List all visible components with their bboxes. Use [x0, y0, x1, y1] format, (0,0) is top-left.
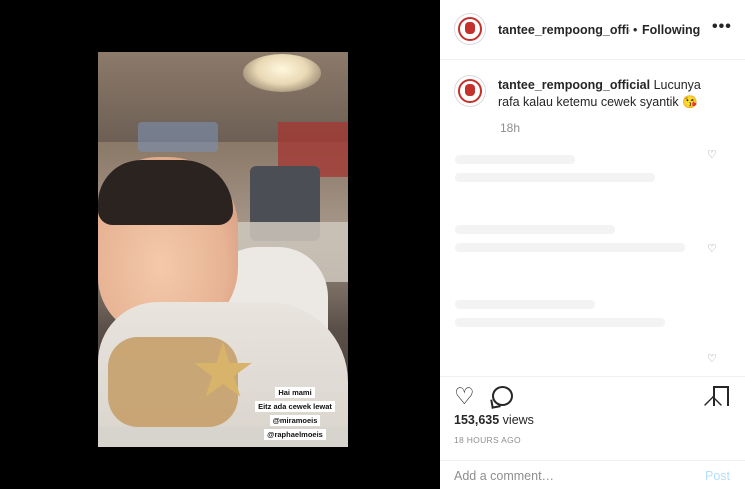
- post-header: tantee_rempoong_offic • Following •••: [440, 0, 745, 60]
- comment-placeholder-line: [455, 300, 595, 309]
- video-ceiling-lamp: [243, 54, 321, 92]
- avatar-figure: [465, 22, 475, 34]
- comment-placeholder-line: [455, 173, 655, 182]
- post-side-panel: tantee_rempoong_offic • Following ••• ta…: [440, 0, 745, 489]
- comments-list[interactable]: ♡ ♡ ♡: [440, 145, 745, 375]
- post-caption: tantee_rempoong_official Lucunya rafa ka…: [498, 77, 718, 111]
- more-options-button[interactable]: •••: [712, 18, 732, 36]
- caption-emoji: 😘: [682, 95, 698, 109]
- comment-like-icon[interactable]: ♡: [707, 148, 717, 161]
- views-count[interactable]: 153,635 views: [454, 413, 534, 427]
- bookmark-icon[interactable]: [713, 386, 729, 406]
- post-actions: ♡ 153,635 views 18 HOURS AGO: [440, 376, 745, 468]
- sticker-line: @miramoeis: [269, 415, 321, 426]
- avatar[interactable]: [454, 13, 486, 45]
- sticker-line: @raphaelmoeis: [264, 429, 326, 440]
- video-sign: [138, 122, 218, 152]
- comment-like-icon[interactable]: ♡: [707, 242, 717, 255]
- comment-like-icon[interactable]: ♡: [707, 352, 717, 365]
- comment-placeholder-line: [455, 155, 575, 164]
- caption-timestamp[interactable]: 18h: [500, 121, 520, 135]
- video-text-sticker: Hai mami Eitz ada cewek lewat @miramoeis…: [250, 387, 340, 440]
- sticker-line: Hai mami: [275, 387, 315, 398]
- post-comment-button[interactable]: Post: [705, 469, 730, 483]
- comment-placeholder-line: [455, 243, 685, 252]
- header-separator: •: [633, 23, 638, 37]
- comment-icon[interactable]: [492, 386, 513, 406]
- comment-placeholder-line: [455, 225, 615, 234]
- avatar-figure: [465, 84, 475, 96]
- caption-username[interactable]: tantee_rempoong_official: [498, 78, 650, 92]
- heart-icon[interactable]: ♡: [454, 383, 475, 410]
- post-time-ago[interactable]: 18 HOURS AGO: [454, 435, 521, 445]
- views-label: views: [502, 413, 534, 427]
- sticker-line: Eitz ada cewek lewat: [255, 401, 335, 412]
- comment-input[interactable]: [454, 467, 674, 485]
- header-username[interactable]: tantee_rempoong_offic: [498, 23, 630, 37]
- caption-avatar[interactable]: [454, 75, 486, 107]
- media-panel: Hai mami Eitz ada cewek lewat @miramoeis…: [0, 0, 440, 489]
- views-number: 153,635: [454, 413, 500, 427]
- following-button[interactable]: Following: [642, 23, 700, 37]
- video-child-hair: [98, 160, 233, 225]
- comment-form: Post: [440, 460, 745, 489]
- post-video[interactable]: Hai mami Eitz ada cewek lewat @miramoeis…: [98, 52, 348, 447]
- comment-placeholder-line: [455, 318, 665, 327]
